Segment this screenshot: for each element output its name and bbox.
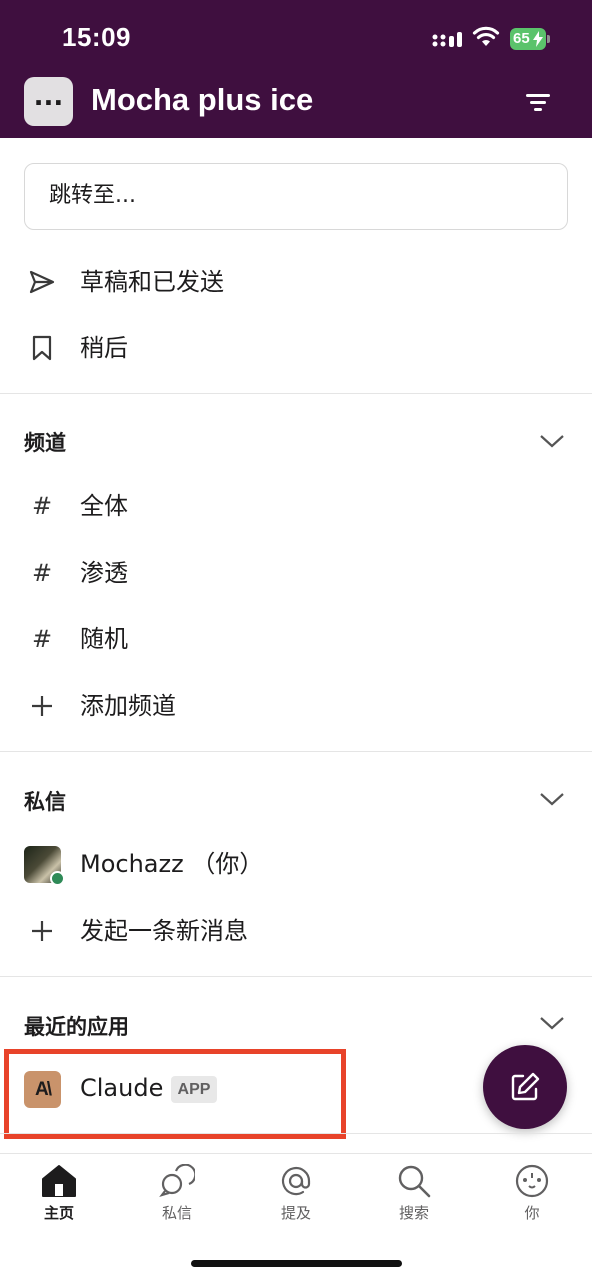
battery-indicator: 65	[510, 28, 550, 50]
hash-icon: #	[31, 559, 53, 587]
home-icon	[42, 1165, 76, 1197]
workspace-title[interactable]: Mocha plus ice	[91, 82, 313, 118]
plus-icon	[26, 690, 58, 722]
channel-item-all[interactable]: # 全体	[0, 474, 592, 538]
jump-to-input[interactable]: 跳转至...	[24, 163, 568, 230]
dm-item-self[interactable]: Mochazz （你）	[0, 832, 592, 896]
channel-label: 全体	[80, 492, 128, 520]
add-channel-label: 添加频道	[80, 692, 176, 720]
tab-you[interactable]: 你	[492, 1164, 572, 1234]
tab-mentions[interactable]: 提及	[256, 1164, 336, 1234]
profile-icon	[515, 1164, 549, 1198]
new-message-button[interactable]: 发起一条新消息	[0, 899, 592, 963]
later-label: 稍后	[80, 334, 128, 362]
tab-label: 搜索	[398, 1204, 429, 1222]
later-item[interactable]: 稍后	[0, 316, 592, 380]
chevron-down-icon[interactable]	[538, 1014, 566, 1032]
add-channel-button[interactable]: 添加频道	[0, 674, 592, 738]
channel-item-random[interactable]: # 随机	[0, 607, 592, 671]
tab-home[interactable]: 主页	[19, 1164, 99, 1234]
status-time: 15:09	[62, 22, 131, 52]
drafts-and-sent-label: 草稿和已发送	[80, 268, 224, 296]
channel-item-penetration[interactable]: # 渗透	[0, 541, 592, 605]
charging-icon	[533, 31, 543, 47]
tab-label: 主页	[43, 1204, 74, 1222]
dm-label: Mochazz （你）	[80, 850, 264, 878]
filter-icon[interactable]	[520, 86, 556, 118]
divider	[0, 1133, 592, 1134]
signal-icon	[432, 32, 462, 47]
tab-messages[interactable]: 私信	[137, 1164, 217, 1234]
plus-icon	[26, 915, 58, 947]
bookmark-icon	[26, 332, 58, 364]
search-icon	[398, 1165, 431, 1198]
app-header: 15:09 65 ... Mocha plus ice	[0, 0, 592, 138]
battery-level: 65	[513, 30, 530, 47]
wifi-icon	[472, 26, 500, 46]
presence-online-icon	[50, 871, 65, 886]
dm-section-title[interactable]: 私信	[24, 786, 66, 816]
tab-search[interactable]: 搜索	[374, 1164, 454, 1234]
tab-label: 你	[524, 1204, 540, 1222]
channel-label: 随机	[80, 625, 128, 653]
divider	[0, 393, 592, 394]
chevron-down-icon[interactable]	[538, 790, 566, 808]
hash-icon: #	[31, 625, 53, 653]
divider	[0, 976, 592, 977]
new-message-label: 发起一条新消息	[80, 917, 248, 945]
tab-label: 提及	[280, 1204, 311, 1222]
chevron-down-icon[interactable]	[538, 432, 566, 450]
hash-icon: #	[31, 492, 53, 520]
recent-apps-section-title[interactable]: 最近的应用	[24, 1011, 129, 1041]
compose-button[interactable]	[483, 1045, 567, 1129]
messages-icon	[159, 1164, 195, 1197]
compose-icon	[511, 1072, 540, 1101]
home-indicator[interactable]	[191, 1260, 402, 1267]
at-icon	[281, 1166, 311, 1196]
channels-section-title[interactable]: 频道	[24, 427, 66, 457]
send-icon	[26, 266, 58, 298]
tab-label: 私信	[161, 1204, 192, 1222]
channel-label: 渗透	[80, 559, 128, 587]
highlight-box	[4, 1049, 346, 1139]
workspace-icon[interactable]: ...	[24, 77, 73, 126]
divider	[0, 751, 592, 752]
drafts-and-sent-item[interactable]: 草稿和已发送	[0, 250, 592, 314]
